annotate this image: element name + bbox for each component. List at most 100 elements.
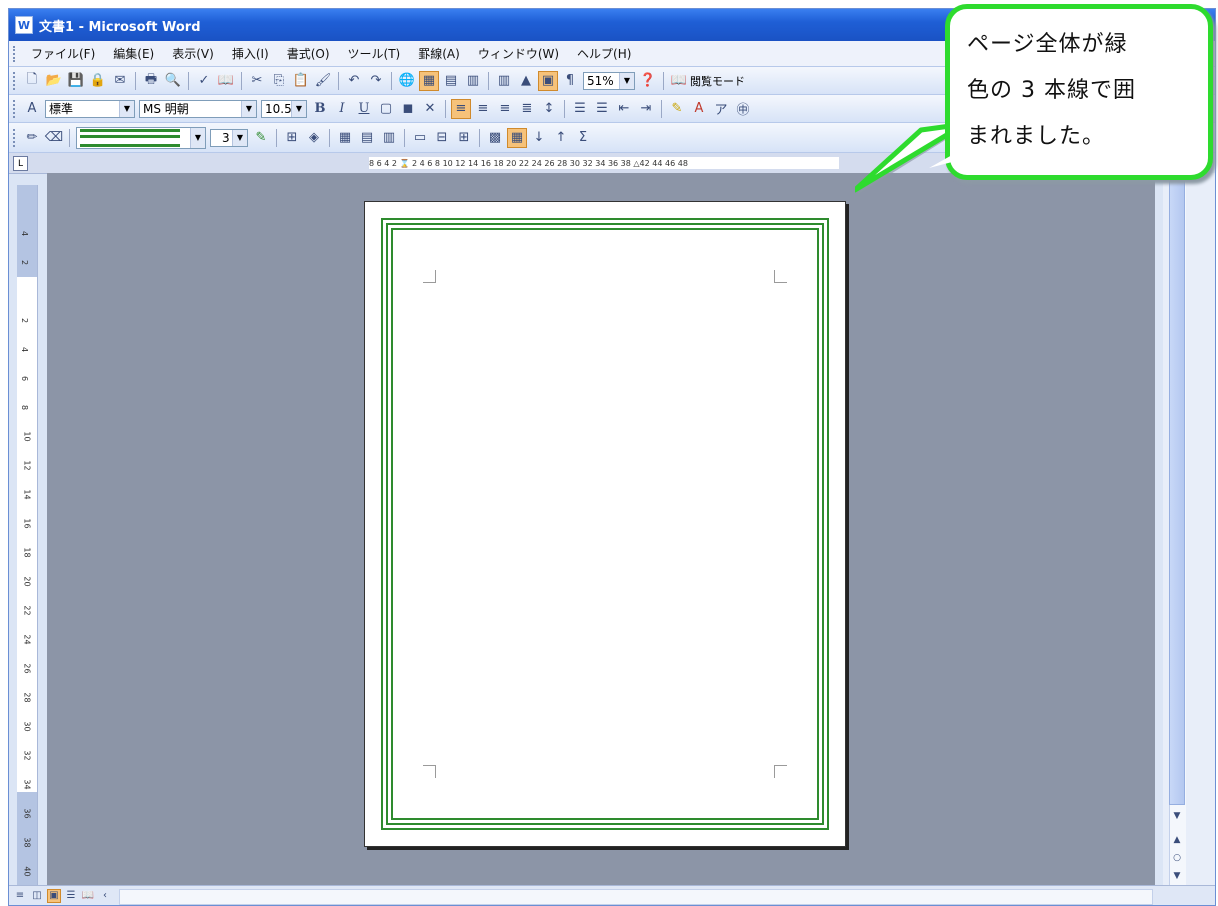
research-icon[interactable]: 📖 — [216, 71, 236, 91]
numbering-icon[interactable]: ☰ — [570, 99, 590, 119]
print-preview-icon[interactable]: 🔍 — [163, 71, 183, 91]
drawing-icon[interactable]: ▲ — [516, 71, 536, 91]
sort-ascending-icon[interactable]: ↓ — [529, 128, 549, 148]
show-hide-icon[interactable]: ¶ — [560, 71, 580, 91]
format-painter-icon[interactable]: 🖌 — [313, 71, 333, 91]
columns-icon[interactable]: ▥ — [494, 71, 514, 91]
new-document-icon[interactable]: 🗋 — [22, 71, 42, 91]
undo-icon[interactable]: ↶ — [344, 71, 364, 91]
char-border-icon[interactable]: ▢ — [376, 99, 396, 119]
char-scale-icon[interactable]: ✕ — [420, 99, 440, 119]
ruler-mark: 10 — [22, 431, 32, 442]
copy-icon[interactable]: ⎘ — [269, 71, 289, 91]
decrease-indent-icon[interactable]: ⇤ — [614, 99, 634, 119]
cut-icon[interactable]: ✂ — [247, 71, 267, 91]
reading-layout-icon[interactable]: 📖 — [81, 889, 95, 903]
reading-mode-icon[interactable]: 📖 — [669, 71, 689, 91]
italic-button[interactable]: I — [332, 99, 352, 119]
separator — [479, 128, 480, 147]
menu-table[interactable]: 罫線(A) — [409, 45, 469, 62]
split-cells-icon[interactable]: ▥ — [379, 128, 399, 148]
justify-icon[interactable]: ≡ — [451, 98, 471, 119]
enclosed-char-icon[interactable]: ㊥ — [733, 99, 753, 119]
insert-excel-icon[interactable]: ▥ — [463, 71, 483, 91]
font-size-combo[interactable]: 10.5 ▼ — [261, 99, 307, 118]
phonetic-guide-icon[interactable]: ア — [711, 99, 731, 119]
font-color-icon[interactable]: A — [689, 99, 709, 119]
menu-window[interactable]: ウィンドウ(W) — [469, 45, 568, 62]
insert-table-icon[interactable]: ▤ — [441, 71, 461, 91]
ruler-mark: 28 — [22, 692, 32, 703]
style-combo[interactable]: 標準 ▼ — [45, 99, 135, 118]
sort-descending-icon[interactable]: ↑ — [551, 128, 571, 148]
outline-view-icon[interactable]: ☰ — [64, 889, 78, 903]
distribute-cols-icon[interactable]: ⊞ — [454, 128, 474, 148]
align-center-icon[interactable]: ≡ — [473, 99, 493, 119]
permission-icon[interactable]: 🔒 — [88, 71, 108, 91]
bullets-icon[interactable]: ☰ — [592, 99, 612, 119]
align-right-icon[interactable]: ≡ — [495, 99, 515, 119]
print-icon[interactable]: 🖶 — [141, 71, 161, 91]
bold-button[interactable]: B — [310, 99, 330, 119]
print-layout-icon[interactable]: ▣ — [47, 888, 61, 903]
paste-icon[interactable]: 📋 — [291, 71, 311, 91]
shading-color-icon[interactable]: ◈ — [304, 128, 324, 148]
prev-page-icon[interactable]: ▲ — [1169, 833, 1185, 847]
line-weight-combo[interactable]: 3 ▼ — [210, 128, 248, 147]
ruler-mark: 6 — [20, 375, 30, 382]
styles-pane-icon[interactable]: A — [22, 99, 42, 119]
menu-insert[interactable]: 挿入(I) — [223, 45, 278, 62]
draw-table-icon[interactable]: ✏ — [22, 128, 42, 148]
zoom-combo[interactable]: 51% ▼ — [583, 71, 635, 90]
table-autoformat-icon[interactable]: ▩ — [485, 128, 505, 148]
help-icon[interactable]: ❓ — [638, 71, 658, 91]
scroll-left-icon[interactable]: ‹ — [98, 889, 112, 903]
increase-indent-icon[interactable]: ⇥ — [636, 99, 656, 119]
autosum-icon[interactable]: Σ — [573, 128, 593, 148]
insert-table2-icon[interactable]: ▦ — [335, 128, 355, 148]
menu-file[interactable]: ファイル(F) — [22, 45, 104, 62]
redo-icon[interactable]: ↷ — [366, 71, 386, 91]
vertical-scrollbar[interactable]: ▼ ▲ ○ ▼ — [1163, 173, 1215, 888]
hyperlink-icon[interactable]: 🌐 — [397, 71, 417, 91]
ruler-scale[interactable]: 8 6 4 2 ⌛ 2 4 6 8 10 12 14 16 18 20 22 2… — [369, 157, 839, 169]
cell-align-icon[interactable]: ▭ — [410, 128, 430, 148]
outside-border-icon[interactable]: ⊞ — [282, 128, 302, 148]
horizontal-scrollbar[interactable] — [119, 889, 1153, 905]
menu-edit[interactable]: 編集(E) — [104, 45, 163, 62]
font-combo[interactable]: MS 明朝 ▼ — [139, 99, 257, 118]
distributed-icon[interactable]: ≣ — [517, 99, 537, 119]
tables-borders-icon[interactable]: ▦ — [419, 70, 439, 91]
vertical-ruler[interactable]: 4 2 2 4 6 8 10 12 14 16 18 20 22 24 26 2… — [17, 185, 38, 898]
menu-help[interactable]: ヘルプ(H) — [568, 45, 640, 62]
line-style-combo[interactable]: ▼ — [76, 126, 206, 149]
spelling-icon[interactable]: ✓ — [194, 71, 214, 91]
menu-view[interactable]: 表示(V) — [163, 45, 223, 62]
chevron-down-icon: ▼ — [119, 100, 134, 117]
scroll-down-icon[interactable]: ▼ — [1169, 809, 1185, 823]
save-icon[interactable]: 💾 — [66, 71, 86, 91]
border-color-icon[interactable]: ✎ — [251, 128, 271, 148]
menu-format[interactable]: 書式(O) — [278, 45, 339, 62]
distribute-rows-icon[interactable]: ⊟ — [432, 128, 452, 148]
email-icon[interactable]: ✉ — [110, 71, 130, 91]
highlight-icon[interactable]: ✎ — [667, 99, 687, 119]
underline-button[interactable]: U — [354, 99, 374, 119]
gridlines-icon[interactable]: ▦ — [507, 127, 527, 148]
menu-tools[interactable]: ツール(T) — [339, 45, 410, 62]
merge-cells-icon[interactable]: ▤ — [357, 128, 377, 148]
next-page-icon[interactable]: ▼ — [1169, 869, 1185, 883]
document-workspace[interactable] — [47, 173, 1155, 888]
web-layout-icon[interactable]: ◫ — [30, 889, 44, 903]
tab-selector-icon[interactable]: L — [13, 156, 28, 171]
line-spacing-icon[interactable]: ↕ — [539, 99, 559, 119]
scroll-thumb[interactable] — [1169, 173, 1185, 805]
browse-object-icon[interactable]: ○ — [1169, 851, 1185, 865]
reading-mode-label[interactable]: 閲覧モード — [690, 73, 745, 89]
normal-view-icon[interactable]: ≡ — [13, 889, 27, 903]
document-map-icon[interactable]: ▣ — [538, 70, 558, 91]
open-folder-icon[interactable]: 📂 — [44, 71, 64, 91]
eraser-icon[interactable]: ⌫ — [44, 128, 64, 148]
document-page[interactable] — [364, 201, 846, 847]
char-shading-icon[interactable]: ◼ — [398, 99, 418, 119]
